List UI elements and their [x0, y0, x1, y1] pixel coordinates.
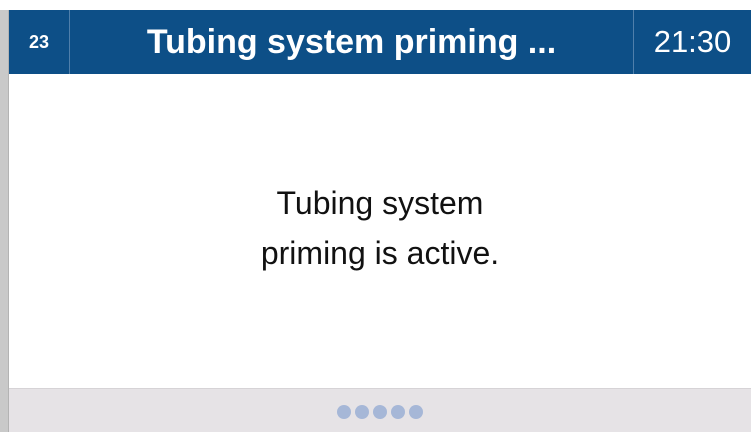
left-bezel [0, 0, 9, 432]
status-message-line-2: priming is active. [260, 235, 500, 271]
footer-bar [9, 388, 751, 432]
main-content: Tubing system priming is active. [9, 74, 751, 388]
step-number: 23 [9, 10, 70, 74]
progress-indicator [337, 405, 423, 419]
status-message-line-1: Tubing system [276, 185, 484, 221]
header-bar: 23 Tubing system priming ... 21:30 [9, 10, 751, 74]
device-screen: 23 Tubing system priming ... 21:30 Tubin… [0, 0, 751, 432]
status-message: Tubing system priming is active. [9, 178, 751, 278]
screen-title: Tubing system priming ... [70, 10, 634, 74]
top-bezel [0, 0, 751, 10]
progress-dot-icon [355, 405, 369, 419]
progress-dot-icon [409, 405, 423, 419]
progress-dot-icon [373, 405, 387, 419]
progress-dot-icon [337, 405, 351, 419]
clock-time: 21:30 [653, 24, 732, 59]
progress-dot-icon [391, 405, 405, 419]
